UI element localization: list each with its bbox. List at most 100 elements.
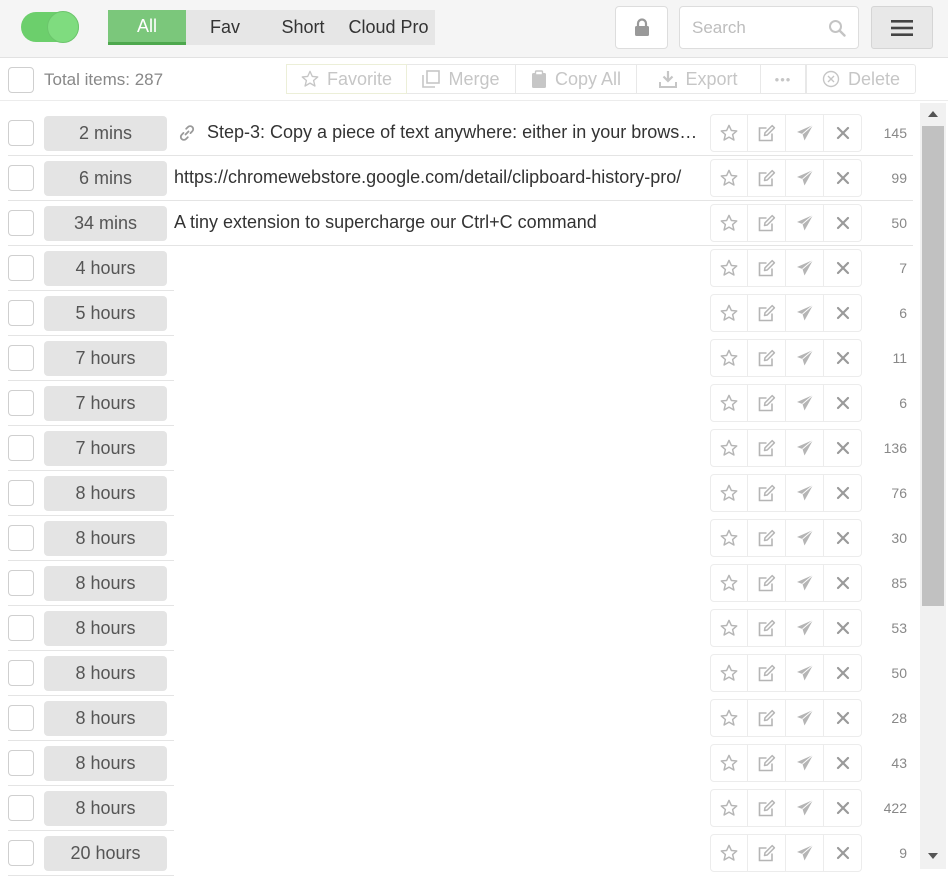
star-icon[interactable] <box>710 429 748 467</box>
item-checkbox[interactable] <box>8 390 34 416</box>
select-all-checkbox[interactable] <box>8 67 34 93</box>
edit-icon[interactable] <box>748 699 786 737</box>
edit-icon[interactable] <box>748 519 786 557</box>
list-item[interactable]: 8 hours 53 <box>0 606 918 651</box>
menu-button[interactable] <box>871 6 933 49</box>
send-icon[interactable] <box>786 834 824 872</box>
edit-icon[interactable] <box>748 744 786 782</box>
list-item[interactable]: 4 hours 7 <box>0 246 918 291</box>
item-time-badge[interactable]: 8 hours <box>44 566 167 601</box>
item-checkbox[interactable] <box>8 705 34 731</box>
item-time-badge[interactable]: 8 hours <box>44 701 167 736</box>
list-item[interactable]: 5 hours 6 <box>0 291 918 336</box>
edit-icon[interactable] <box>748 429 786 467</box>
item-checkbox[interactable] <box>8 255 34 281</box>
edit-icon[interactable] <box>748 609 786 647</box>
list-item[interactable]: 7 hours 6 <box>0 381 918 426</box>
send-icon[interactable] <box>786 474 824 512</box>
send-icon[interactable] <box>786 519 824 557</box>
star-icon[interactable] <box>710 474 748 512</box>
star-icon[interactable] <box>710 114 748 152</box>
item-time-badge[interactable]: 7 hours <box>44 386 167 421</box>
close-icon[interactable] <box>824 744 862 782</box>
close-icon[interactable] <box>824 384 862 422</box>
close-icon[interactable] <box>824 204 862 242</box>
item-time-badge[interactable]: 7 hours <box>44 431 167 466</box>
list-item[interactable]: 8 hours 43 <box>0 741 918 786</box>
star-icon[interactable] <box>710 564 748 602</box>
tab-cloud-pro[interactable]: Cloud Pro <box>342 10 435 45</box>
star-icon[interactable] <box>710 654 748 692</box>
star-icon[interactable] <box>710 744 748 782</box>
item-time-badge[interactable]: 4 hours <box>44 251 167 286</box>
star-icon[interactable] <box>710 699 748 737</box>
export-button[interactable]: Export <box>637 64 761 94</box>
list-item[interactable]: 8 hours 76 <box>0 471 918 516</box>
star-icon[interactable] <box>710 204 748 242</box>
star-icon[interactable] <box>710 339 748 377</box>
send-icon[interactable] <box>786 609 824 647</box>
edit-icon[interactable] <box>748 474 786 512</box>
item-checkbox[interactable] <box>8 345 34 371</box>
close-icon[interactable] <box>824 429 862 467</box>
list-item[interactable]: 8 hours 50 <box>0 651 918 696</box>
close-icon[interactable] <box>824 249 862 287</box>
send-icon[interactable] <box>786 429 824 467</box>
send-icon[interactable] <box>786 789 824 827</box>
list-item[interactable]: 6 mins https://chromewebstore.google.com/… <box>0 156 918 201</box>
list-item[interactable]: 8 hours 85 <box>0 561 918 606</box>
item-time-badge[interactable]: 8 hours <box>44 656 167 691</box>
send-icon[interactable] <box>786 249 824 287</box>
scroll-down-arrow[interactable] <box>928 853 938 859</box>
star-icon[interactable] <box>710 519 748 557</box>
item-checkbox[interactable] <box>8 435 34 461</box>
close-icon[interactable] <box>824 474 862 512</box>
send-icon[interactable] <box>786 114 824 152</box>
star-icon[interactable] <box>710 294 748 332</box>
edit-icon[interactable] <box>748 384 786 422</box>
star-icon[interactable] <box>710 834 748 872</box>
item-time-badge[interactable]: 8 hours <box>44 746 167 781</box>
send-icon[interactable] <box>786 204 824 242</box>
scroll-thumb[interactable] <box>922 126 944 606</box>
close-icon[interactable] <box>824 564 862 602</box>
close-icon[interactable] <box>824 834 862 872</box>
item-time-badge[interactable]: 2 mins <box>44 116 167 151</box>
item-time-badge[interactable]: 8 hours <box>44 476 167 511</box>
send-icon[interactable] <box>786 699 824 737</box>
close-icon[interactable] <box>824 654 862 692</box>
item-checkbox[interactable] <box>8 795 34 821</box>
more-actions-button[interactable]: ••• <box>761 64 806 94</box>
star-icon[interactable] <box>710 384 748 422</box>
send-icon[interactable] <box>786 564 824 602</box>
edit-icon[interactable] <box>748 789 786 827</box>
item-checkbox[interactable] <box>8 300 34 326</box>
item-time-badge[interactable]: 7 hours <box>44 341 167 376</box>
item-checkbox[interactable] <box>8 615 34 641</box>
item-checkbox[interactable] <box>8 120 34 146</box>
send-icon[interactable] <box>786 159 824 197</box>
list-item[interactable]: 34 mins A tiny extension to supercharge o… <box>0 201 918 246</box>
close-icon[interactable] <box>824 789 862 827</box>
delete-button[interactable]: Delete <box>806 64 916 94</box>
close-icon[interactable] <box>824 519 862 557</box>
item-checkbox[interactable] <box>8 525 34 551</box>
list-item[interactable]: 8 hours 28 <box>0 696 918 741</box>
edit-icon[interactable] <box>748 654 786 692</box>
list-item[interactable]: 8 hours 422 <box>0 786 918 831</box>
send-icon[interactable] <box>786 744 824 782</box>
scroll-up-arrow[interactable] <box>928 111 938 117</box>
star-icon[interactable] <box>710 789 748 827</box>
send-icon[interactable] <box>786 654 824 692</box>
list-item[interactable]: 8 hours 30 <box>0 516 918 561</box>
scrollbar[interactable] <box>920 103 946 869</box>
edit-icon[interactable] <box>748 114 786 152</box>
list-item[interactable]: 20 hours 9 <box>0 831 918 876</box>
close-icon[interactable] <box>824 699 862 737</box>
close-icon[interactable] <box>824 294 862 332</box>
item-text[interactable]: A tiny extension to supercharge our Ctrl… <box>174 212 708 233</box>
list-item[interactable]: 7 hours 136 <box>0 426 918 471</box>
item-text[interactable]: https://chromewebstore.google.com/detail… <box>174 167 708 188</box>
list-item[interactable]: 7 hours 11 <box>0 336 918 381</box>
copy-all-button[interactable]: Copy All <box>516 64 637 94</box>
